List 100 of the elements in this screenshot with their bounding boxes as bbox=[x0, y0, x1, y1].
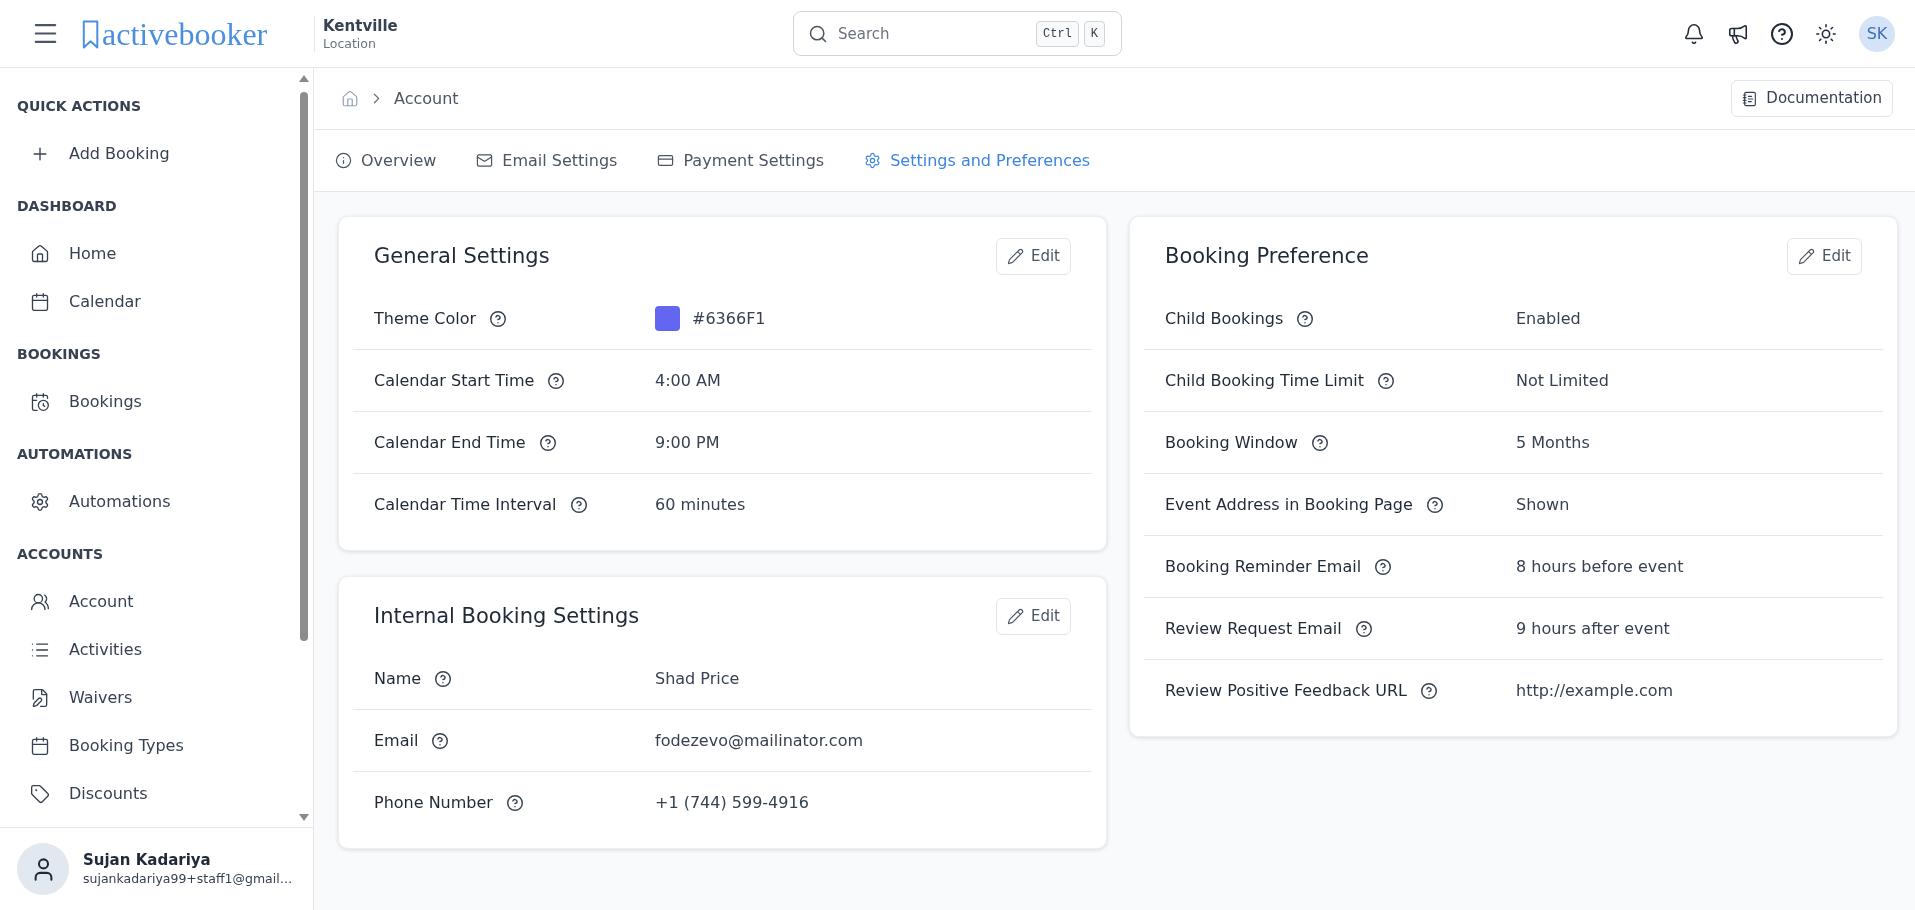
pencil-icon bbox=[1006, 608, 1024, 625]
help-icon[interactable] bbox=[1378, 372, 1394, 389]
sidebar-item[interactable]: Activities bbox=[0, 626, 296, 674]
setting-value: 8 hours before event bbox=[1516, 555, 1684, 578]
tab[interactable]: Email Settings bbox=[476, 148, 618, 173]
edit-button[interactable]: Edit bbox=[995, 238, 1071, 275]
help-icon[interactable] bbox=[435, 670, 452, 687]
sidebar-item[interactable]: Discounts bbox=[0, 770, 296, 818]
setting-label: Calendar End Time bbox=[374, 431, 526, 454]
tag-icon bbox=[30, 784, 50, 804]
setting-value: Shown bbox=[1516, 493, 1570, 516]
setting-label: Name bbox=[374, 667, 422, 690]
section-heading: ACCOUNTS bbox=[17, 544, 103, 564]
pencil-icon bbox=[1797, 248, 1815, 265]
setting-label: Booking Reminder Email bbox=[1165, 555, 1362, 578]
card-icon bbox=[657, 152, 675, 169]
help-icon[interactable] bbox=[432, 732, 449, 749]
calendar-icon bbox=[30, 292, 50, 312]
setting-value: 60 minutes bbox=[655, 494, 746, 516]
file-pen-icon bbox=[30, 688, 50, 708]
help-icon[interactable] bbox=[1771, 22, 1793, 45]
setting-value: 4:00 AM bbox=[655, 369, 721, 392]
location-name: Kentville bbox=[323, 15, 398, 36]
setting-label: Event Address in Booking Page bbox=[1165, 493, 1413, 516]
search-field[interactable]: Search Ctrl K bbox=[793, 11, 1122, 56]
sidebar-item[interactable]: Automations bbox=[0, 478, 296, 526]
setting-label: Child Booking Time Limit bbox=[1165, 369, 1364, 392]
search-input[interactable]: Search bbox=[838, 19, 1026, 48]
scrollbar-thumb[interactable] bbox=[299, 92, 308, 641]
help-icon[interactable] bbox=[570, 497, 587, 513]
megaphone-icon[interactable] bbox=[1727, 22, 1749, 45]
user-email: sujankadariya99+staff1@gmail… bbox=[83, 870, 293, 888]
tab[interactable]: Payment Settings bbox=[657, 148, 825, 173]
help-icon[interactable] bbox=[539, 434, 556, 451]
setting-value: +1 (744) 599-4916 bbox=[655, 792, 809, 814]
setting-value: Not Limited bbox=[1516, 369, 1609, 392]
card-title: Internal Booking Settings bbox=[374, 602, 640, 630]
sidebar-item[interactable]: Calendar bbox=[0, 278, 296, 326]
setting-value: #6366F1 bbox=[692, 307, 766, 330]
card-title: General Settings bbox=[374, 242, 550, 270]
setting-value: Shad Price bbox=[655, 667, 740, 690]
help-icon[interactable] bbox=[1375, 558, 1392, 575]
section-heading: BOOKINGS bbox=[17, 344, 101, 364]
section-heading: QUICK ACTIONS bbox=[17, 96, 142, 116]
user-avatar[interactable]: SK bbox=[1859, 15, 1895, 52]
sidebar-item[interactable]: Add Booking bbox=[0, 130, 296, 178]
setting-value: http://example.com bbox=[1516, 680, 1674, 702]
help-icon[interactable] bbox=[490, 310, 507, 327]
location-label: Location bbox=[323, 35, 377, 52]
scroll-up-arrow-icon[interactable] bbox=[298, 75, 309, 82]
setting-label: Calendar Time Interval bbox=[374, 494, 557, 516]
section-heading: DASHBOARD bbox=[17, 196, 117, 216]
setting-label: Booking Window bbox=[1165, 431, 1298, 454]
sidebar-item[interactable]: Account bbox=[0, 578, 296, 626]
user-avatar-icon[interactable] bbox=[17, 843, 69, 895]
search-icon bbox=[808, 23, 828, 44]
setting-value: Enabled bbox=[1516, 307, 1581, 330]
help-icon[interactable] bbox=[1311, 434, 1328, 451]
edit-button[interactable]: Edit bbox=[995, 598, 1071, 635]
setting-value: fodezevo@mailinator.com bbox=[655, 729, 864, 752]
tab[interactable]: Overview bbox=[335, 148, 437, 173]
help-icon[interactable] bbox=[1297, 310, 1314, 327]
setting-label: Email bbox=[374, 729, 419, 752]
notebook-icon bbox=[1742, 90, 1759, 107]
shortcut-key: K bbox=[1083, 20, 1105, 47]
setting-label: Calendar Start Time bbox=[374, 369, 535, 392]
info-icon bbox=[335, 152, 352, 169]
breadcrumb-current: Account bbox=[394, 87, 459, 110]
setting-value: 9:00 PM bbox=[655, 431, 720, 454]
help-icon[interactable] bbox=[1355, 620, 1372, 637]
envelope-icon bbox=[476, 152, 494, 169]
pencil-icon bbox=[1006, 248, 1024, 265]
help-icon[interactable] bbox=[1420, 683, 1437, 699]
documentation-button[interactable]: Documentation bbox=[1731, 80, 1893, 117]
users-icon bbox=[30, 592, 50, 612]
gear-icon bbox=[864, 152, 882, 169]
help-icon[interactable] bbox=[548, 372, 565, 389]
edit-button[interactable]: Edit bbox=[1786, 238, 1862, 275]
setting-label: Theme Color bbox=[374, 307, 477, 330]
sidebar-item[interactable]: Home bbox=[0, 230, 296, 278]
notifications-icon[interactable] bbox=[1683, 22, 1705, 45]
section-heading: AUTOMATIONS bbox=[17, 444, 133, 464]
setting-value: 9 hours after event bbox=[1516, 617, 1670, 640]
setting-value: 5 Months bbox=[1516, 431, 1590, 454]
sidebar-item[interactable]: Bookings bbox=[0, 378, 296, 426]
shortcut-key: Ctrl bbox=[1036, 20, 1079, 47]
sun-icon[interactable] bbox=[1815, 22, 1837, 45]
sidebar-item[interactable]: Booking Types bbox=[0, 722, 296, 770]
sidebar-item[interactable]: Waivers bbox=[0, 674, 296, 722]
setting-label: Review Positive Feedback URL bbox=[1165, 680, 1407, 702]
help-icon[interactable] bbox=[506, 795, 523, 811]
calendar-icon bbox=[30, 736, 50, 756]
setting-label: Phone Number bbox=[374, 792, 493, 814]
calendar-clock-icon bbox=[30, 392, 50, 412]
help-icon[interactable] bbox=[1426, 496, 1443, 513]
scroll-down-arrow-icon[interactable] bbox=[298, 814, 309, 821]
tab[interactable]: Settings and Preferences bbox=[864, 148, 1091, 173]
user-name: Sujan Kadariya bbox=[83, 850, 212, 870]
setting-label: Child Bookings bbox=[1165, 307, 1284, 330]
card-title: Booking Preference bbox=[1165, 242, 1369, 270]
